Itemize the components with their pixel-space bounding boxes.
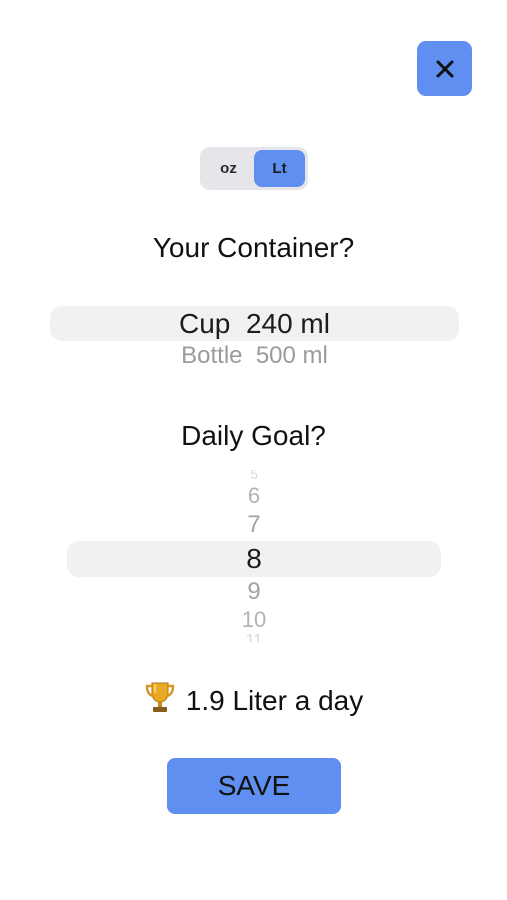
goal-option-selected[interactable]: 8 xyxy=(67,543,441,575)
unit-toggle: oz Lt xyxy=(200,147,308,190)
container-title: Your Container? xyxy=(152,232,355,263)
close-button[interactable] xyxy=(417,41,472,96)
unit-option-lt[interactable]: Lt xyxy=(254,150,305,187)
goal-option[interactable]: 10 xyxy=(67,607,441,633)
goal-option[interactable]: 9 xyxy=(67,578,441,606)
daily-goal-title: Daily Goal? xyxy=(181,420,326,451)
daily-summary: 1.9 Liter a day xyxy=(0,680,507,721)
summary-text: 1.9 Liter a day xyxy=(185,684,364,716)
container-option[interactable]: Bottle 500 ml xyxy=(50,342,459,366)
container-option-selected[interactable]: Cup 240 ml xyxy=(50,308,459,340)
goal-option[interactable]: 6 xyxy=(67,483,441,509)
unit-option-oz[interactable]: oz xyxy=(203,150,254,187)
trophy-icon xyxy=(144,680,176,721)
goal-option[interactable]: 5 xyxy=(67,470,441,482)
container-settings-screen: oz Lt Your Container? Cup 240 ml Bottle … xyxy=(0,0,507,900)
daily-goal-picker[interactable]: 5 6 7 8 9 10 11 xyxy=(67,470,441,642)
close-icon xyxy=(436,60,453,77)
goal-option[interactable]: 7 xyxy=(67,511,441,539)
save-button[interactable]: SAVE xyxy=(167,758,341,814)
container-picker[interactable]: Cup 240 ml Bottle 500 ml xyxy=(50,300,459,366)
goal-option[interactable]: 11 xyxy=(67,632,441,642)
